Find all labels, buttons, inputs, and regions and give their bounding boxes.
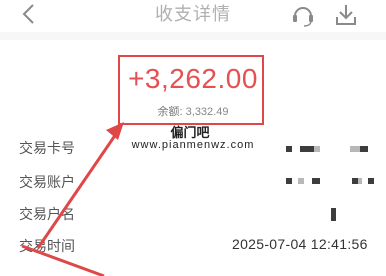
balance-value: 3,332.49 [185,106,229,118]
amount-highlight-box: +3,262.00 余额: 3,332.49 [118,55,264,125]
headset-icon[interactable] [290,2,316,28]
transaction-amount: +3,262.00 [128,63,258,94]
transaction-time-value: 2025-07-04 12:41:56 [232,236,368,252]
balance-label: 余额: [157,106,183,118]
page-title: 收支详情 [155,4,231,24]
download-icon[interactable] [333,2,359,28]
account-label: 交易账户 [19,174,75,190]
watermark-url: www.pianmenwz.com [131,139,255,151]
account-name-label: 交易户名 [19,206,75,222]
card-number-label: 交易卡号 [19,140,75,156]
transaction-time-label: 交易时间 [19,238,75,254]
top-bar: 收支详情 [0,0,386,32]
balance-line: 余额: 3,332.49 [120,103,266,119]
